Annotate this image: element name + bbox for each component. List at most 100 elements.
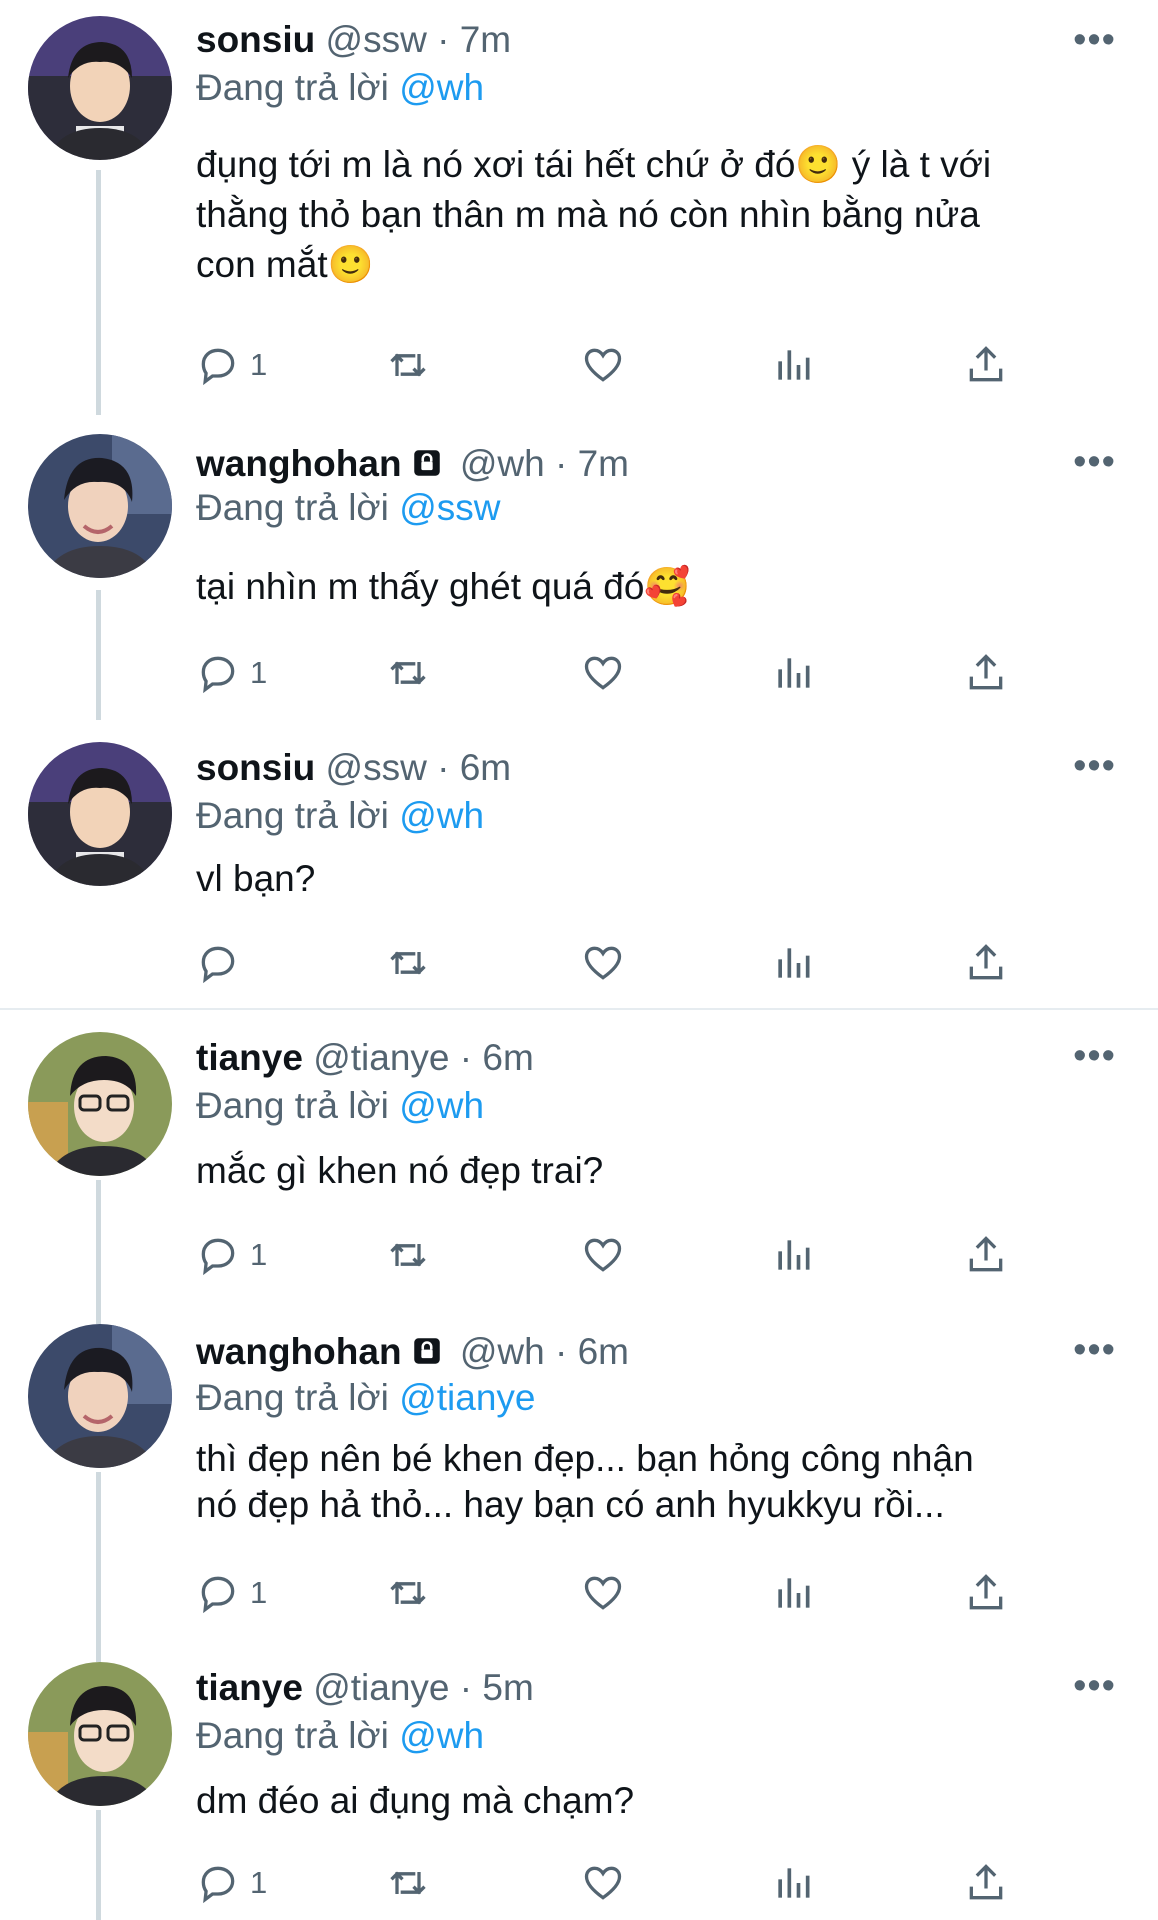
thread-divider — [0, 1008, 1158, 1010]
handle[interactable]: @tianye — [313, 1667, 449, 1708]
handle[interactable]: @ssw — [326, 19, 427, 60]
timestamp[interactable]: 6m — [482, 1037, 533, 1078]
tweet-text-line: đụng tới m là nó xơi tái hết chứ ở đó🙂 ý… — [196, 144, 992, 185]
display-name[interactable]: sonsiu — [196, 19, 315, 60]
tweet-text-line: thằng thỏ bạn thân m mà nó còn nhìn bằng… — [196, 194, 980, 235]
tweet-text-line: tại nhìn m thấy ghét quá đó🥰 — [196, 566, 691, 607]
reply-button[interactable] — [196, 938, 250, 988]
share-button[interactable] — [964, 1230, 1008, 1280]
avatar[interactable] — [28, 742, 172, 886]
avatar[interactable] — [28, 1662, 172, 1806]
like-button[interactable] — [581, 340, 625, 390]
tweet-text: thì đẹp nên bé khen đẹp... bạn hỏng công… — [196, 1436, 1096, 1528]
tweet-header: wanghohan @wh · 7m — [196, 442, 629, 486]
thread-line — [96, 1180, 101, 1324]
like-button[interactable] — [581, 1230, 625, 1280]
analytics-button[interactable] — [771, 648, 815, 698]
timestamp[interactable]: 6m — [460, 747, 511, 788]
avatar[interactable] — [28, 434, 172, 578]
reply-context: Đang trả lời @tianye — [196, 1376, 535, 1420]
retweet-button[interactable] — [386, 340, 430, 390]
display-name[interactable]: tianye — [196, 1667, 303, 1708]
reply-button[interactable]: 1 — [196, 648, 267, 698]
like-button[interactable] — [581, 1568, 625, 1618]
like-button[interactable] — [581, 938, 625, 988]
tweet-header: wanghohan @wh · 6m — [196, 1330, 629, 1374]
timestamp[interactable]: 5m — [482, 1667, 533, 1708]
reply-button[interactable]: 1 — [196, 1568, 267, 1618]
separator: · — [459, 1667, 473, 1708]
more-icon[interactable]: ••• — [1073, 21, 1116, 59]
heart-icon — [584, 1576, 622, 1610]
retweet-button[interactable] — [386, 938, 430, 988]
tweet-text: dm đéo ai đụng mà chạm? — [196, 1776, 1096, 1826]
avatar[interactable] — [28, 1324, 172, 1468]
separator: · — [437, 747, 450, 788]
display-name[interactable]: wanghohan — [196, 443, 402, 484]
analytics-button[interactable] — [771, 1858, 815, 1908]
share-button[interactable] — [964, 648, 1008, 698]
tweet-header: sonsiu @ssw · 7m — [196, 18, 511, 62]
reply-icon — [201, 1238, 235, 1276]
reply-button[interactable]: 1 — [196, 1858, 267, 1908]
share-button[interactable] — [964, 1568, 1008, 1618]
analytics-button[interactable] — [771, 340, 815, 390]
analytics-button[interactable] — [771, 938, 815, 988]
tweet-text-line: mắc gì khen nó đẹp trai? — [196, 1150, 604, 1191]
separator: · — [459, 1037, 473, 1078]
avatar[interactable] — [28, 16, 172, 160]
reply-label: Đang trả lời — [196, 1377, 389, 1418]
mention-link[interactable]: @wh — [399, 795, 484, 836]
share-button[interactable] — [964, 340, 1008, 390]
display-name[interactable]: sonsiu — [196, 747, 315, 788]
mention-link[interactable]: @wh — [399, 1715, 484, 1756]
avatar-tianye-image — [28, 1032, 172, 1176]
tweet-text: vl bạn? — [196, 854, 1096, 904]
share-icon — [969, 1236, 1003, 1272]
mention-link[interactable]: @wh — [399, 1085, 484, 1126]
more-icon[interactable]: ••• — [1073, 747, 1116, 785]
handle[interactable]: @ssw — [326, 747, 427, 788]
reply-button[interactable]: 1 — [196, 1230, 267, 1280]
retweet-button[interactable] — [386, 648, 430, 698]
analytics-button[interactable] — [771, 1568, 815, 1618]
avatar[interactable] — [28, 1032, 172, 1176]
retweet-icon — [390, 353, 426, 377]
retweet-icon — [390, 661, 426, 685]
retweet-icon — [390, 1871, 426, 1895]
more-icon[interactable]: ••• — [1073, 443, 1116, 481]
retweet-button[interactable] — [386, 1858, 430, 1908]
handle[interactable]: @tianye — [313, 1037, 449, 1078]
mention-link[interactable]: @wh — [399, 67, 484, 108]
more-icon[interactable]: ••• — [1073, 1331, 1116, 1369]
share-button[interactable] — [964, 1858, 1008, 1908]
action-bar: 1 — [196, 648, 1056, 698]
retweet-button[interactable] — [386, 1568, 430, 1618]
mention-link[interactable]: @ssw — [399, 487, 500, 528]
retweet-button[interactable] — [386, 1230, 430, 1280]
separator: · — [554, 443, 568, 484]
retweet-icon — [390, 1243, 426, 1267]
heart-icon — [584, 1866, 622, 1900]
analytics-button[interactable] — [771, 1230, 815, 1280]
thread-line — [96, 170, 101, 415]
timestamp[interactable]: 7m — [460, 19, 511, 60]
like-button[interactable] — [581, 648, 625, 698]
display-name[interactable]: wanghohan — [196, 1331, 402, 1372]
share-button[interactable] — [964, 938, 1008, 988]
more-icon[interactable]: ••• — [1073, 1037, 1116, 1075]
timestamp[interactable]: 7m — [578, 443, 629, 484]
reply-context: Đang trả lời @wh — [196, 66, 484, 110]
timestamp[interactable]: 6m — [578, 1331, 629, 1372]
reply-button[interactable]: 1 — [196, 340, 267, 390]
like-button[interactable] — [581, 1858, 625, 1908]
handle[interactable]: @wh — [460, 1331, 545, 1372]
tweet-header: tianye @tianye · 5m — [196, 1666, 534, 1710]
avatar-sonsiu-image — [28, 16, 172, 160]
display-name[interactable]: tianye — [196, 1037, 303, 1078]
action-bar: 1 — [196, 1568, 1056, 1618]
mention-link[interactable]: @tianye — [399, 1377, 535, 1418]
more-icon[interactable]: ••• — [1073, 1667, 1116, 1705]
tweet-text-line: vl bạn? — [196, 858, 316, 899]
handle[interactable]: @wh — [460, 443, 545, 484]
